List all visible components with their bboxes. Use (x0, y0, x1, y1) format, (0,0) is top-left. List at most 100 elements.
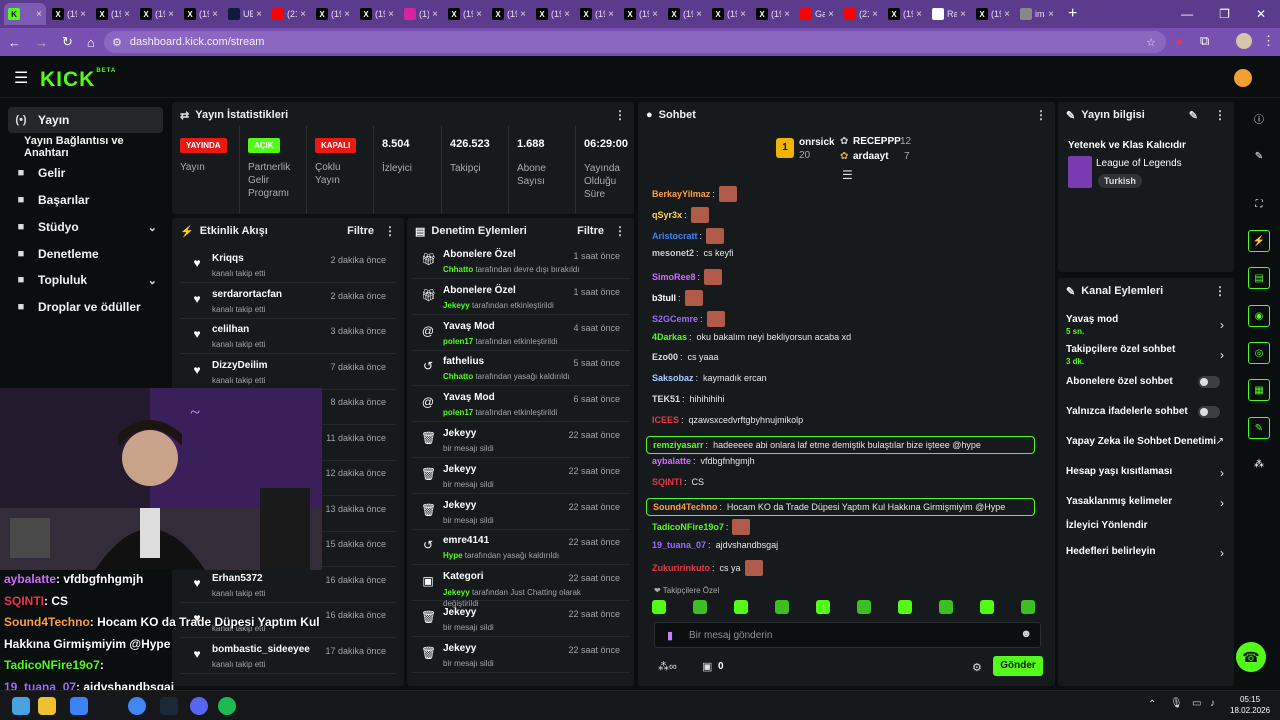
new-tab-button[interactable]: + (1060, 5, 1085, 23)
close-tab-icon[interactable]: × (872, 9, 878, 20)
share-icon[interactable]: ⁂ (1248, 453, 1270, 475)
info-icon[interactable]: ⓘ (1248, 107, 1270, 129)
browser-tab[interactable]: X(19)× (884, 3, 926, 25)
category-name[interactable]: League of Legends (1096, 158, 1182, 169)
close-tab-icon[interactable]: × (80, 9, 86, 20)
emote-icon[interactable] (734, 600, 748, 614)
browser-tab[interactable]: X(19)× (532, 3, 574, 25)
extensions-puzzle-icon[interactable]: ⧉ (1200, 33, 1209, 49)
activity-username[interactable]: Erhan5372 (212, 573, 263, 584)
toggle-switch[interactable] (1198, 376, 1220, 388)
chat-username[interactable]: remziyasarr (653, 440, 704, 450)
close-tab-icon[interactable]: × (564, 9, 570, 20)
emote-icon[interactable] (1021, 600, 1035, 614)
emote-icon[interactable] (652, 600, 666, 614)
browser-tab[interactable]: X(19)× (356, 3, 398, 25)
close-tab-icon[interactable]: × (168, 9, 174, 20)
chat-settings-icon[interactable]: ⚙ (972, 661, 982, 674)
browser-tab[interactable]: X(19)× (136, 3, 178, 25)
more-options-icon[interactable]: ⋮ (614, 108, 626, 122)
chat-username[interactable]: Ezo00 (652, 352, 678, 362)
expand-icon[interactable]: ⛶ (1248, 193, 1270, 215)
chat-icon[interactable]: ◉ (1248, 305, 1270, 327)
close-tab-icon[interactable]: × (476, 9, 482, 20)
moderator-name[interactable]: polen17 (443, 408, 473, 417)
close-tab-icon[interactable]: × (388, 9, 394, 20)
chevron-right-icon[interactable]: › (1220, 348, 1224, 362)
hamburger-menu-icon[interactable]: ☰ (14, 68, 28, 88)
back-icon[interactable]: ← (8, 35, 21, 50)
top-chatter-name[interactable]: onrsick (799, 137, 835, 148)
activity-username[interactable]: bombastic_sideeyee (212, 644, 310, 655)
tray-chevron-icon[interactable]: ⌃ (1148, 699, 1156, 710)
browser-tab[interactable]: Ran× (928, 3, 970, 25)
profile-avatar[interactable] (1236, 33, 1252, 49)
chat-username[interactable]: SimoRee8 (652, 272, 696, 282)
moderation-filter-button[interactable]: Filtre (577, 225, 604, 237)
microphone-tray-icon[interactable]: 🎙︎ (1170, 698, 1183, 709)
more-options-icon[interactable]: ⋮ (614, 224, 626, 238)
activity-username[interactable]: serdarortacfan (212, 289, 282, 300)
chevron-right-icon[interactable]: › (1220, 496, 1224, 510)
moderator-name[interactable]: Chhatto (443, 372, 473, 381)
microphone-icon[interactable]: ▮ (667, 629, 673, 642)
activity-username[interactable]: Kriqqs (212, 253, 244, 264)
browser-tab[interactable]: X(19)× (92, 3, 134, 25)
chevron-right-icon[interactable]: › (1220, 466, 1224, 480)
edit-icon[interactable]: ✎ (1189, 109, 1198, 122)
emote-icon[interactable] (775, 600, 789, 614)
windows-start-icon[interactable] (12, 697, 30, 715)
close-tab-icon[interactable]: × (124, 9, 130, 20)
app-icon[interactable] (70, 697, 88, 715)
channel-action-item[interactable]: Hesap yaşı kısıtlaması (1066, 466, 1226, 477)
layout-icon[interactable]: ▦ (1248, 379, 1270, 401)
browser-tab[interactable]: X(19)× (180, 3, 222, 25)
chat-username[interactable]: TadicoNFire19o7 (652, 522, 724, 532)
emote-icon[interactable] (857, 600, 871, 614)
sidebar-item[interactable]: (•) Yayın (8, 107, 163, 133)
discord-icon[interactable] (190, 697, 208, 715)
close-tab-icon[interactable]: × (784, 9, 790, 20)
channel-action-item[interactable]: Yapay Zeka ile Sohbet Denetimi (1066, 436, 1226, 447)
clock-time[interactable]: 05:15 (1240, 695, 1260, 704)
sidebar-item[interactable]: ■ Droplar ve ödüller (8, 294, 163, 320)
chat-username[interactable]: TEK51 (652, 394, 680, 404)
top-chatter-name[interactable]: ardaayt (853, 151, 889, 162)
chat-username[interactable]: Zukuririnkuto (652, 563, 710, 573)
maximize-icon[interactable]: ❐ (1219, 7, 1230, 21)
sidebar-item[interactable]: Yayın Bağlantısı ve Anahtarı (8, 134, 163, 160)
sidebar-item[interactable]: ■ Topluluk ⌄ (8, 267, 163, 293)
chevron-down-icon[interactable]: ⌄ (148, 221, 157, 234)
browser-tab[interactable]: X(19)× (312, 3, 354, 25)
more-options-icon[interactable]: ⋮ (1214, 108, 1226, 122)
more-options-icon[interactable]: ⋮ (1214, 284, 1226, 298)
sidebar-item[interactable]: ■ Gelir (8, 160, 163, 186)
browser-tab[interactable]: (21× (268, 3, 310, 25)
channel-action-item[interactable]: Yavaş mod 5 sn. (1066, 314, 1226, 336)
close-tab-icon[interactable]: × (432, 9, 438, 20)
channel-action-item[interactable]: Yasaklanmış kelimeler (1066, 496, 1226, 507)
forward-icon[interactable]: → (35, 35, 48, 50)
close-tab-icon[interactable]: × (300, 9, 306, 20)
browser-tab[interactable]: X(19)× (444, 3, 486, 25)
close-tab-icon[interactable]: × (740, 9, 746, 20)
network-icon[interactable]: ▭ (1192, 698, 1201, 709)
browser-tab[interactable]: K × (4, 3, 46, 25)
site-info-icon[interactable]: ⚙ (112, 36, 122, 49)
volume-icon[interactable]: ♪ (1210, 698, 1215, 709)
chat-username[interactable]: S2GCemre (652, 314, 698, 324)
close-tab-icon[interactable]: × (344, 9, 350, 20)
moderator-name[interactable]: polen17 (443, 337, 473, 346)
emote-icon[interactable] (939, 600, 953, 614)
emote-icon[interactable] (693, 600, 707, 614)
external-link-icon[interactable]: ↗ (1216, 436, 1224, 447)
close-tab-icon[interactable]: × (916, 9, 922, 20)
close-tab-icon[interactable]: × (828, 9, 834, 20)
broadcast-icon[interactable]: ◎ (1248, 342, 1270, 364)
chat-username[interactable]: Aristocratt (652, 231, 698, 241)
activity-username[interactable]: DizzyDeilim (212, 360, 268, 371)
chat-username[interactable]: mesonet2 (652, 248, 694, 258)
chat-username[interactable]: Sound4Techno (653, 502, 717, 512)
moderator-name[interactable]: Jekeyy (443, 588, 470, 597)
send-button[interactable]: Gönder (993, 656, 1043, 676)
